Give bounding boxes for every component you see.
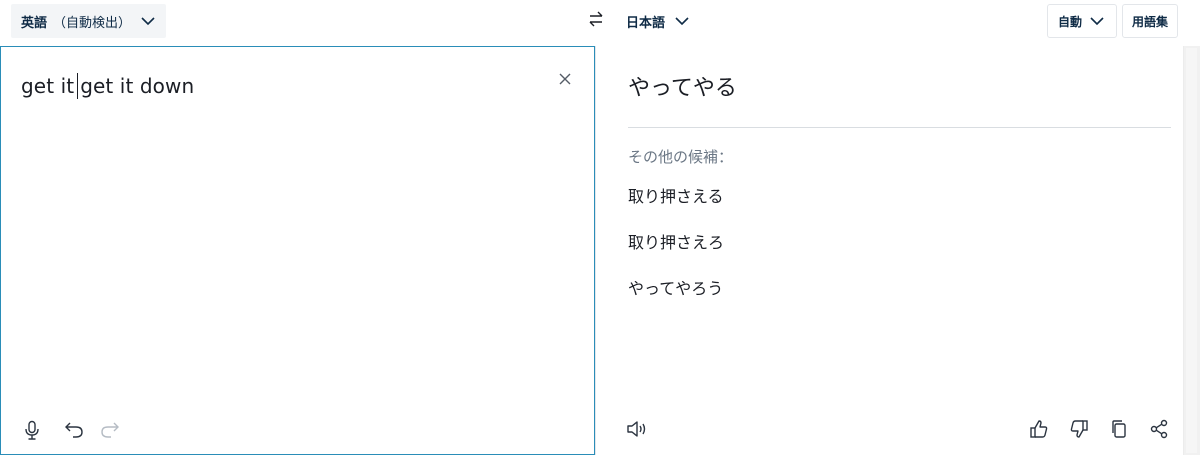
- glossary-button[interactable]: 用語集: [1122, 4, 1178, 38]
- alternative-item[interactable]: 取り押さえる: [628, 183, 724, 229]
- source-language-name: 英語: [21, 15, 48, 31]
- chevron-down-icon: [1090, 16, 1104, 26]
- copy-icon: [1110, 419, 1128, 443]
- text-caret: [77, 73, 79, 99]
- listen-button[interactable]: [626, 420, 648, 442]
- glossary-label: 用語集: [1131, 14, 1168, 29]
- dictate-button[interactable]: [21, 420, 43, 444]
- share-button[interactable]: [1148, 419, 1170, 443]
- translation-separator: [628, 127, 1171, 128]
- alternatives-list: 取り押さえる 取り押さえろ やってやろう: [628, 183, 724, 321]
- swap-arrows-icon: [587, 10, 605, 32]
- target-language-name: 日本語: [626, 15, 666, 31]
- source-language-selector[interactable]: 英語 （自動検出）: [11, 4, 166, 38]
- thumbs-down-icon: [1069, 419, 1089, 443]
- microphone-icon: [24, 420, 40, 444]
- clear-source-button[interactable]: [554, 69, 576, 91]
- target-left-actions: [626, 420, 648, 442]
- undo-icon: [64, 421, 84, 443]
- chevron-down-icon: [141, 16, 155, 26]
- source-text-panel[interactable]: get it get it down: [0, 46, 595, 455]
- target-text-panel: やってやる その他の候補： 取り押さえる 取り押さえろ やってやろう: [596, 46, 1182, 455]
- undo-button[interactable]: [63, 421, 85, 443]
- like-button[interactable]: [1028, 420, 1050, 442]
- target-right-actions: [1028, 419, 1170, 443]
- target-language-selector[interactable]: 日本語: [626, 4, 689, 38]
- speaker-icon: [626, 420, 648, 442]
- formality-label: 自動: [1058, 14, 1083, 29]
- formality-dropdown[interactable]: 自動: [1047, 4, 1117, 38]
- auto-detect-label: （自動検出）: [53, 15, 132, 31]
- dislike-button[interactable]: [1068, 420, 1090, 442]
- source-text-before-caret: get it: [21, 74, 75, 98]
- chevron-down-icon: [675, 16, 689, 26]
- translator-toolbar: 英語 （自動検出） 日本語 自動 用語集: [0, 0, 1200, 46]
- alternatives-heading: その他の候補：: [628, 148, 734, 166]
- redo-icon: [100, 421, 120, 443]
- main-translation[interactable]: やってやる: [628, 70, 737, 102]
- source-text-after-caret: get it down: [80, 74, 195, 98]
- redo-button[interactable]: [99, 421, 121, 443]
- copy-button[interactable]: [1108, 420, 1130, 442]
- scrollbar-thumb[interactable]: [1186, 48, 1197, 453]
- share-icon: [1149, 419, 1169, 443]
- thumbs-up-icon: [1029, 419, 1049, 443]
- alternative-item[interactable]: やってやろう: [628, 275, 724, 321]
- source-input[interactable]: get it get it down: [21, 73, 194, 99]
- swap-languages-button[interactable]: [585, 10, 607, 32]
- alternative-item[interactable]: 取り押さえろ: [628, 229, 724, 275]
- close-icon: [558, 71, 572, 90]
- source-actions: [21, 420, 121, 444]
